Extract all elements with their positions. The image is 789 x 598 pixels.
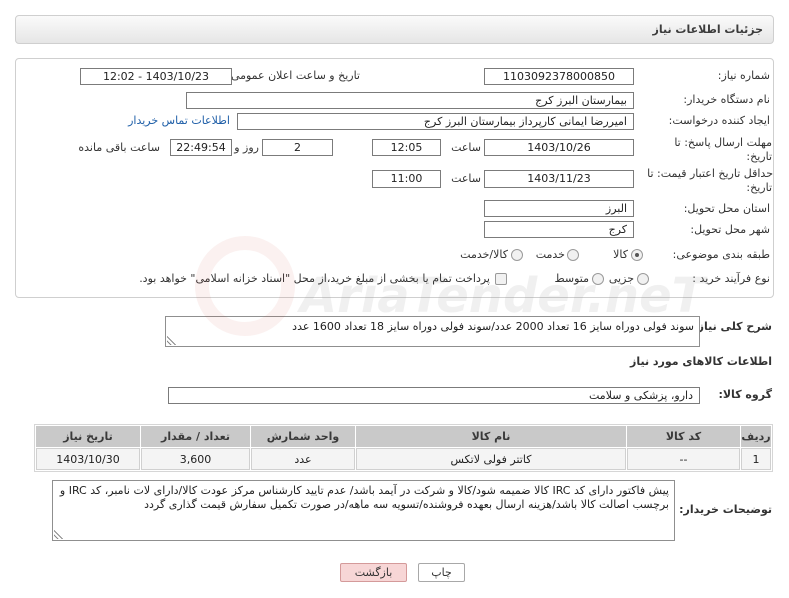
cell-unit: عدد bbox=[251, 448, 355, 470]
province-label: استان محل تحویل: bbox=[683, 202, 770, 215]
city-label: شهر محل تحویل: bbox=[690, 223, 770, 236]
requester-label: ایجاد کننده درخواست: bbox=[668, 114, 770, 127]
print-button[interactable]: چاپ bbox=[418, 563, 465, 582]
category-service-radio[interactable] bbox=[567, 249, 579, 261]
requester-field: امیررضا ایمانی کارپرداز بیمارستان البرز … bbox=[237, 113, 634, 130]
remaining-time-field: 22:49:54 bbox=[170, 139, 232, 156]
response-deadline-label-date: تاریخ: bbox=[746, 150, 772, 163]
category-goods-service-radio[interactable] bbox=[511, 249, 523, 261]
process-medium-radio[interactable] bbox=[592, 273, 604, 285]
treasury-payment-checkbox[interactable] bbox=[495, 273, 507, 285]
back-button[interactable]: بازگشت bbox=[340, 563, 407, 582]
description-textarea: سوند فولی دوراه سایز 16 تعداد 2000 عدد/س… bbox=[165, 316, 700, 347]
cell-need-date: 1403/10/30 bbox=[36, 448, 140, 470]
description-label: شرح کلی نیاز: bbox=[693, 320, 772, 333]
cell-item-code: -- bbox=[627, 448, 740, 470]
treasury-payment-label: پرداخت تمام یا بخشی از مبلغ خرید،از محل … bbox=[139, 272, 490, 285]
price-validity-time-label: ساعت bbox=[451, 172, 481, 185]
price-validity-label: حداقل تاریخ اعتبار قیمت: تا bbox=[647, 167, 773, 180]
category-goods-service-label: کالا/خدمت bbox=[460, 248, 508, 261]
buyer-notes-textarea: پیش فاکتور دارای کد IRC کالا ضمیمه شود/ک… bbox=[52, 480, 675, 541]
cell-item-name: کاتتر فولی لاتکس bbox=[356, 448, 626, 470]
column-header-need-date: تاریخ نیاز bbox=[36, 426, 140, 447]
response-deadline-time-field: 12:05 bbox=[372, 139, 441, 156]
response-deadline-time-label: ساعت bbox=[451, 141, 481, 154]
details-header: جزئیات اطلاعات نیاز bbox=[15, 15, 774, 44]
category-service-label: خدمت bbox=[535, 248, 565, 261]
need-number-field: 1103092378000850 bbox=[484, 68, 634, 85]
buyer-contact-link[interactable]: اطلاعات تماس خریدار bbox=[128, 114, 230, 128]
buyer-notes-resize-grip[interactable] bbox=[54, 530, 63, 539]
process-minor-label: جزیی bbox=[608, 272, 634, 285]
category-goods-label: کالا bbox=[613, 248, 628, 261]
city-field: کرج bbox=[484, 221, 634, 238]
cell-quantity: 3,600 bbox=[141, 448, 250, 470]
description-text: سوند فولی دوراه سایز 16 تعداد 2000 عدد/س… bbox=[292, 320, 694, 333]
remaining-time-label: ساعت باقی مانده bbox=[78, 141, 160, 154]
process-medium-label: متوسط bbox=[554, 272, 589, 285]
description-resize-grip[interactable] bbox=[167, 336, 176, 345]
tender-details-page: جزئیات اطلاعات نیاز شماره نیاز: 11030923… bbox=[0, 0, 789, 598]
announce-datetime-label: تاریخ و ساعت اعلان عمومی: bbox=[227, 69, 360, 82]
buyer-notes-text: پیش فاکتور دارای کد IRC کالا ضمیمه شود/ک… bbox=[59, 484, 669, 511]
table-row: 1 -- کاتتر فولی لاتکس عدد 3,600 1403/10/… bbox=[36, 448, 771, 470]
announce-datetime-field: 1403/10/23 - 12:02 bbox=[80, 68, 232, 85]
buyer-notes-label: توضیحات خریدار: bbox=[679, 503, 772, 516]
goods-group-label: گروه کالا: bbox=[718, 388, 772, 401]
price-validity-date-field: 1403/11/23 bbox=[484, 170, 634, 188]
column-header-row-number: ردیف bbox=[741, 426, 771, 447]
category-label: طبقه بندی موضوعی: bbox=[672, 248, 770, 261]
process-type-label: نوع فرآیند خرید : bbox=[692, 272, 770, 285]
goods-group-field: دارو، پزشکی و سلامت bbox=[168, 387, 700, 404]
goods-table: ردیف کد کالا نام کالا واحد شمارش تعداد /… bbox=[34, 424, 773, 472]
buyer-org-field: بیمارستان البرز کرج bbox=[186, 92, 634, 109]
column-header-unit: واحد شمارش bbox=[251, 426, 355, 447]
process-minor-radio[interactable] bbox=[637, 273, 649, 285]
column-header-item-code: کد کالا bbox=[627, 426, 740, 447]
price-validity-time-field: 11:00 bbox=[372, 170, 441, 188]
days-label: روز و bbox=[234, 141, 259, 154]
goods-section-title: اطلاعات کالاهای مورد نیاز bbox=[630, 355, 772, 368]
table-header-row: ردیف کد کالا نام کالا واحد شمارش تعداد /… bbox=[36, 426, 771, 447]
response-deadline-date-field: 1403/10/26 bbox=[484, 139, 634, 156]
column-header-quantity: تعداد / مقدار bbox=[141, 426, 250, 447]
page-title: جزئیات اطلاعات نیاز bbox=[652, 23, 764, 36]
province-field: البرز bbox=[484, 200, 634, 217]
column-header-item-name: نام کالا bbox=[356, 426, 626, 447]
remaining-days-field: 2 bbox=[262, 139, 333, 156]
cell-row-number: 1 bbox=[741, 448, 771, 470]
category-goods-radio[interactable] bbox=[631, 249, 643, 261]
response-deadline-label: مهلت ارسال پاسخ: تا bbox=[674, 136, 772, 149]
buyer-org-label: نام دستگاه خریدار: bbox=[683, 93, 770, 106]
need-number-label: شماره نیاز: bbox=[717, 69, 770, 82]
price-validity-label-date: تاریخ: bbox=[746, 181, 772, 194]
